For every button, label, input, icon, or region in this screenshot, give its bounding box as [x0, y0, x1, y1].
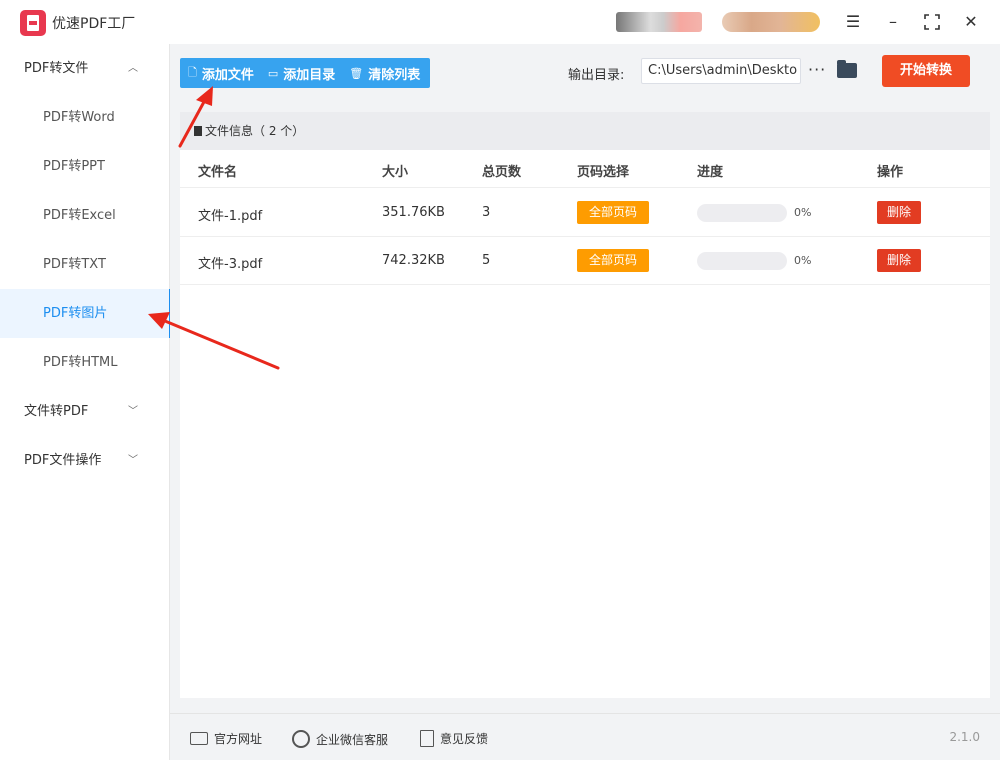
sidebar-group-label: PDF文件操作: [24, 453, 102, 468]
wechat-support-link[interactable]: 企业微信客服: [292, 730, 388, 748]
clear-list-button[interactable]: 🗑 清除列表: [349, 64, 420, 83]
page-count: 5: [482, 253, 491, 268]
sidebar-item-pdf-to-html[interactable]: PDF转HTML: [0, 338, 170, 387]
title-bar: 优速PDF工厂 ☰ – ✕: [0, 0, 1000, 44]
page-select-button[interactable]: 全部页码: [577, 201, 649, 224]
add-directory-button[interactable]: ▭ 添加目录: [268, 64, 335, 83]
blurred-user-info: [616, 12, 702, 32]
progress-bar: [697, 252, 787, 270]
sidebar-item-pdf-to-word[interactable]: PDF转Word: [0, 93, 170, 142]
sidebar-group-pdf-operations[interactable]: PDF文件操作 ﹀: [0, 436, 170, 485]
open-folder-icon[interactable]: [837, 60, 857, 78]
table-row: 文件-1.pdf 351.76KB 3 全部页码 0% 删除: [180, 189, 990, 237]
file-info-title: 文件信息（ 2 个）: [205, 124, 305, 138]
clear-list-label: 清除列表: [368, 67, 421, 83]
app-logo-icon: [20, 10, 46, 36]
footer: 官方网址 企业微信客服 意见反馈 2.1.0: [170, 713, 1000, 760]
add-directory-label: 添加目录: [283, 67, 336, 83]
progress-bar: [697, 204, 787, 222]
website-icon: [190, 732, 208, 745]
output-dir-input[interactable]: C:\Users\admin\Deskto: [641, 58, 801, 84]
column-header-pages: 总页数: [482, 165, 522, 180]
feedback-icon: [420, 730, 434, 747]
feedback-link[interactable]: 意见反馈: [420, 730, 488, 747]
sidebar-item-pdf-to-ppt[interactable]: PDF转PPT: [0, 142, 170, 191]
file-name: 文件-3.pdf: [198, 257, 263, 272]
close-icon[interactable]: ✕: [960, 11, 982, 33]
add-file-button[interactable]: 🗋 添加文件: [188, 64, 254, 83]
add-file-label: 添加文件: [201, 67, 254, 83]
column-header-action: 操作: [877, 165, 904, 180]
more-icon[interactable]: ···: [808, 60, 826, 79]
sidebar-item-pdf-to-excel[interactable]: PDF转Excel: [0, 191, 170, 240]
app-title: 优速PDF工厂: [52, 16, 136, 32]
file-toolbar: 🗋 添加文件 ▭ 添加目录 🗑 清除列表: [180, 58, 431, 88]
delete-button[interactable]: 删除: [877, 201, 921, 224]
sidebar-group-label: 文件转PDF: [24, 404, 89, 419]
menu-icon[interactable]: ☰: [842, 11, 864, 33]
file-info-header: 文件信息（ 2 个）: [180, 112, 990, 150]
sidebar-item-pdf-to-image[interactable]: PDF转图片: [0, 289, 171, 338]
file-size: 351.76KB: [382, 205, 445, 220]
page-count: 3: [482, 205, 491, 220]
sidebar-item-pdf-to-txt[interactable]: PDF转TXT: [0, 240, 170, 289]
chevron-down-icon: ﹀: [128, 406, 138, 417]
chevron-down-icon: ﹀: [128, 455, 138, 466]
file-size: 742.32KB: [382, 253, 445, 268]
main-area: 🗋 添加文件 ▭ 添加目录 🗑 清除列表 输出目录: C:\Users\admi…: [170, 44, 1000, 760]
sidebar: PDF转文件 ︿ PDF转Word PDF转PPT PDF转Excel PDF转…: [0, 44, 171, 760]
column-header-progress: 进度: [697, 165, 724, 180]
feedback-label: 意见反馈: [440, 732, 489, 746]
start-convert-button[interactable]: 开始转换: [882, 55, 970, 87]
progress-text: 0%: [794, 254, 812, 267]
progress-text: 0%: [794, 206, 812, 219]
file-list-panel: 文件信息（ 2 个） 文件名 大小 总页数 页码选择 进度 操作 文件-1.pd…: [180, 112, 990, 698]
trash-icon: 🗑: [349, 66, 364, 80]
file-icon: 🗋: [188, 65, 197, 79]
document-icon: [194, 126, 202, 136]
chat-icon: [292, 730, 310, 748]
column-header-page-select: 页码选择: [577, 165, 630, 180]
folder-icon: ▭: [267, 66, 279, 80]
sidebar-group-pdf-to-file[interactable]: PDF转文件 ︿: [0, 44, 170, 93]
maximize-icon[interactable]: [921, 11, 943, 33]
minimize-icon[interactable]: –: [882, 11, 904, 33]
file-name: 文件-1.pdf: [198, 209, 263, 224]
version-text: 2.1.0: [949, 730, 980, 744]
official-website-label: 官方网址: [214, 732, 263, 746]
blurred-vip-badge: [722, 12, 820, 32]
chevron-up-icon: ︿: [128, 63, 138, 74]
page-select-button[interactable]: 全部页码: [577, 249, 649, 272]
sidebar-group-label: PDF转文件: [24, 61, 89, 76]
column-header-size: 大小: [382, 165, 409, 180]
table-header: 文件名 大小 总页数 页码选择 进度 操作: [180, 150, 990, 188]
sidebar-group-file-to-pdf[interactable]: 文件转PDF ﹀: [0, 387, 170, 436]
column-header-filename: 文件名: [198, 165, 238, 180]
delete-button[interactable]: 删除: [877, 249, 921, 272]
table-row: 文件-3.pdf 742.32KB 5 全部页码 0% 删除: [180, 237, 990, 285]
wechat-support-label: 企业微信客服: [316, 732, 389, 747]
output-dir-label: 输出目录:: [568, 68, 625, 83]
official-website-link[interactable]: 官方网址: [190, 730, 262, 747]
